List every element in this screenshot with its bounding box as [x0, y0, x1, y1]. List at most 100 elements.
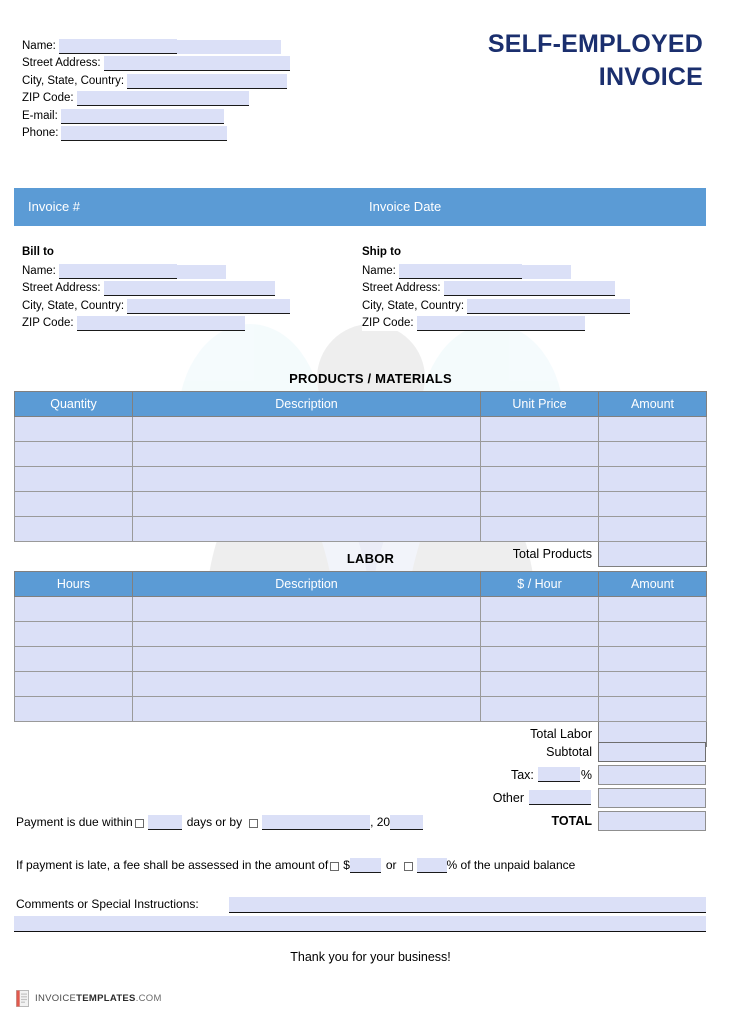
ship-to-field-street-input[interactable] [443, 281, 478, 296]
table-row[interactable] [14, 671, 707, 697]
products-cell-unit-price[interactable] [480, 491, 599, 517]
table-row[interactable] [14, 466, 707, 492]
sender-field-street[interactable]: Street Address: [22, 54, 290, 71]
labor-cell-description[interactable] [132, 696, 481, 722]
labor-cell-hours[interactable] [14, 596, 133, 622]
sender-field-city-input[interactable] [127, 73, 288, 89]
products-cell-unit-price[interactable] [480, 516, 599, 542]
bill-to-field-street-input[interactable] [103, 281, 138, 296]
labor-cell-amount[interactable] [598, 671, 707, 697]
late-fee-percent-checkbox[interactable] [403, 862, 413, 871]
ship-to-field-zip-input[interactable] [416, 316, 585, 331]
sender-field-zip-input[interactable] [76, 91, 249, 106]
products-cell-quantity[interactable] [14, 516, 133, 542]
payment-due-year-prefix: , 20 [370, 815, 391, 829]
payment-due-days-input[interactable] [147, 815, 182, 830]
products-cell-amount[interactable] [598, 466, 707, 492]
ship-to-field-name-input[interactable] [398, 263, 522, 279]
labor-cell-description[interactable] [132, 596, 481, 622]
payment-due-date-checkbox[interactable] [249, 819, 259, 828]
labor-cell-description[interactable] [132, 646, 481, 672]
subtotal-value[interactable] [598, 742, 706, 762]
labor-cell-hours[interactable] [14, 671, 133, 697]
table-row[interactable] [14, 516, 707, 542]
sender-field-name[interactable]: Name: [22, 36, 290, 54]
labor-cell-amount[interactable] [598, 621, 707, 647]
grand-total-value[interactable] [598, 811, 706, 831]
sender-field-city[interactable]: City, State, Country: [22, 71, 290, 89]
labor-cell-hours[interactable] [14, 621, 133, 647]
other-value[interactable] [598, 788, 706, 808]
bill-to-field-zip[interactable]: ZIP Code: [22, 314, 290, 331]
labor-cell-rate[interactable] [480, 671, 599, 697]
labor-cell-amount[interactable] [598, 696, 707, 722]
sender-field-email[interactable]: E-mail: [22, 106, 290, 124]
products-cell-amount[interactable] [598, 491, 707, 517]
ship-to-field-city[interactable]: City, State, Country: [362, 296, 631, 314]
sender-field-zip-label: ZIP Code: [22, 91, 77, 106]
invoicetemplates-logo[interactable]: INVOICETEMPLATES.COM [16, 990, 162, 1007]
labor-cell-amount[interactable] [598, 596, 707, 622]
other-name-input[interactable] [529, 789, 591, 805]
products-cell-unit-price[interactable] [480, 416, 599, 442]
sender-field-phone[interactable]: Phone: [22, 124, 290, 141]
sender-field-name-input[interactable] [58, 38, 177, 54]
table-row[interactable] [14, 491, 707, 517]
bill-to-field-city[interactable]: City, State, Country: [22, 296, 291, 314]
bill-to-field-street[interactable]: Street Address: [22, 279, 290, 296]
sender-field-street-input[interactable] [103, 56, 149, 71]
labor-cell-amount[interactable] [598, 646, 707, 672]
sender-field-phone-input[interactable] [61, 126, 228, 141]
ship-to-field-city-input[interactable] [467, 298, 631, 314]
products-cell-amount[interactable] [598, 516, 707, 542]
products-cell-description[interactable] [132, 516, 481, 542]
table-row[interactable] [14, 621, 707, 647]
late-fee-percent-input[interactable] [416, 858, 447, 873]
products-cell-quantity[interactable] [14, 416, 133, 442]
bill-to-field-name-input[interactable] [58, 263, 177, 279]
payment-due-date-input[interactable] [262, 815, 371, 830]
labor-cell-description[interactable] [132, 621, 481, 647]
labor-cell-hours[interactable] [14, 696, 133, 722]
ship-to-field-street[interactable]: Street Address: [362, 279, 630, 296]
late-fee-dollar-checkbox[interactable] [330, 862, 340, 871]
late-fee-dollar-input[interactable] [349, 858, 381, 873]
payment-due-year-input[interactable] [390, 815, 424, 830]
products-cell-description[interactable] [132, 416, 481, 442]
sender-field-zip[interactable]: ZIP Code: [22, 89, 290, 106]
table-row[interactable] [14, 696, 707, 722]
table-row[interactable] [14, 416, 707, 442]
sender-field-email-input[interactable] [60, 108, 224, 124]
products-cell-description[interactable] [132, 491, 481, 517]
sender-header: Name: Street Address: City, State, Count… [0, 0, 741, 175]
products-cell-amount[interactable] [598, 416, 707, 442]
payment-due-days-checkbox[interactable] [134, 819, 144, 828]
products-cell-description[interactable] [132, 466, 481, 492]
labor-cell-rate[interactable] [480, 696, 599, 722]
table-row[interactable] [14, 646, 707, 672]
tax-percent-input[interactable] [537, 766, 580, 782]
bill-to-field-name[interactable]: Name: [22, 261, 290, 279]
comments-input-line-2[interactable] [14, 916, 706, 932]
comments-input-line-1[interactable] [229, 897, 706, 913]
tax-value[interactable] [598, 765, 706, 785]
products-cell-description[interactable] [132, 441, 481, 467]
bill-to-title: Bill to [22, 246, 54, 258]
labor-cell-rate[interactable] [480, 621, 599, 647]
products-cell-quantity[interactable] [14, 491, 133, 517]
products-cell-quantity[interactable] [14, 466, 133, 492]
products-cell-unit-price[interactable] [480, 466, 599, 492]
products-cell-unit-price[interactable] [480, 441, 599, 467]
bill-to-field-city-input[interactable] [127, 298, 291, 314]
table-row[interactable] [14, 596, 707, 622]
ship-to-field-zip[interactable]: ZIP Code: [362, 314, 630, 331]
products-cell-amount[interactable] [598, 441, 707, 467]
products-cell-quantity[interactable] [14, 441, 133, 467]
labor-cell-hours[interactable] [14, 646, 133, 672]
labor-cell-description[interactable] [132, 671, 481, 697]
table-row[interactable] [14, 441, 707, 467]
ship-to-field-name[interactable]: Name: [362, 261, 630, 279]
bill-to-field-zip-input[interactable] [76, 316, 245, 331]
labor-cell-rate[interactable] [480, 646, 599, 672]
labor-cell-rate[interactable] [480, 596, 599, 622]
